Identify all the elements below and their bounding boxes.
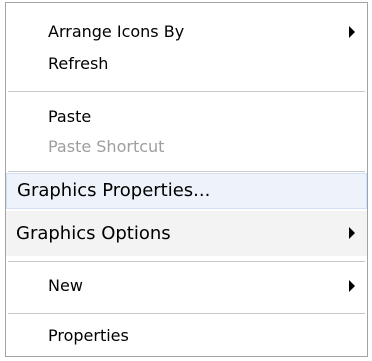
menu-item-paste[interactable]: Paste [6, 102, 367, 132]
submenu-arrow-icon [349, 26, 355, 38]
menu-separator [8, 313, 365, 314]
menu-item-refresh[interactable]: Refresh [6, 49, 367, 79]
menu-separator [8, 91, 365, 92]
menu-item-label: Arrange Icons By [48, 22, 185, 41]
menu-item-label: New [48, 276, 83, 295]
submenu-arrow-icon [349, 227, 355, 239]
menu-item-graphics-options[interactable]: Graphics Options [6, 211, 367, 256]
menu-separator [8, 171, 365, 172]
menu-item-arrange-icons-by[interactable]: Arrange Icons By [6, 17, 367, 47]
menu-item-new[interactable]: New [6, 271, 367, 301]
menu-item-label: Properties [48, 326, 129, 345]
menu-item-graphics-properties[interactable]: Graphics Properties... [6, 173, 367, 209]
menu-item-label: Refresh [48, 54, 109, 73]
menu-item-paste-shortcut: Paste Shortcut [6, 132, 367, 162]
menu-separator [8, 261, 365, 262]
menu-item-label: Paste [48, 107, 92, 126]
menu-item-label: Paste Shortcut [48, 137, 165, 156]
menu-item-label: Graphics Properties... [17, 180, 211, 201]
context-menu: Arrange Icons By Refresh Paste Paste Sho… [5, 2, 368, 357]
submenu-arrow-icon [349, 280, 355, 292]
menu-item-properties[interactable]: Properties [6, 321, 367, 351]
menu-item-label: Graphics Options [16, 223, 171, 244]
